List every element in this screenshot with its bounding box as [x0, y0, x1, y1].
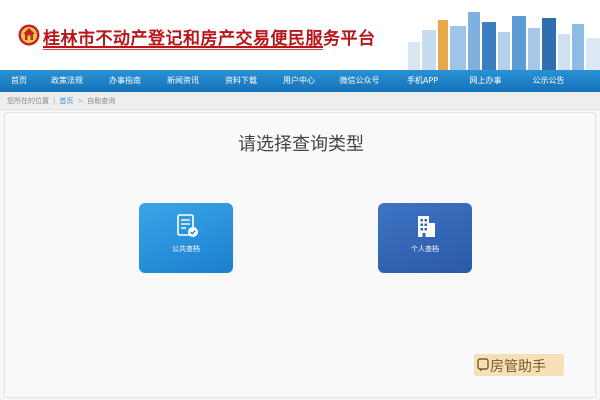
building-icon: [418, 216, 435, 237]
nav-item-wechat[interactable]: 微信公众号: [328, 70, 391, 92]
page-title: 请选择查询类型: [238, 134, 364, 155]
nav-item-announcements[interactable]: 公示公告: [517, 70, 580, 92]
breadcrumb-separator: >: [77, 97, 84, 105]
watermark-badge: 房管助手: [474, 354, 564, 376]
nav-item-downloads[interactable]: 资料下载: [212, 70, 270, 92]
nav-item-online-service[interactable]: 网上办事: [454, 70, 517, 92]
breadcrumb-home-link[interactable]: 首页: [59, 97, 73, 105]
nav-item-policies[interactable]: 政策法规: [38, 70, 96, 92]
nav-item-home[interactable]: 首页: [0, 70, 38, 92]
title-underline-thin: [43, 49, 323, 50]
city-skyline-graphic: [408, 12, 600, 70]
personal-records-label: 个人查档: [411, 245, 439, 253]
nav-item-guide[interactable]: 办事指南: [96, 70, 154, 92]
public-records-label: 公共查档: [172, 245, 200, 253]
main-nav: 首页 政策法规 办事指南 新闻资讯 资料下载 用户中心 微信公众号 手机APP …: [0, 70, 600, 92]
personal-records-button[interactable]: 个人查档: [378, 203, 472, 273]
emblem-icon: [18, 24, 40, 46]
title-underline: [43, 46, 323, 48]
breadcrumb-prefix: 您所在的位置: [7, 97, 49, 105]
site-header: 桂林市不动产登记和房产交易便民服务平台: [0, 0, 600, 70]
document-check-icon: [177, 214, 198, 237]
nav-item-news[interactable]: 新闻资讯: [154, 70, 212, 92]
chat-icon: [477, 358, 489, 372]
public-records-button[interactable]: 公共查档: [139, 203, 233, 273]
breadcrumb-current: 自助查询: [87, 97, 116, 105]
watermark-text: 房管助手: [490, 359, 546, 375]
nav-item-mobile-app[interactable]: 手机APP: [391, 70, 454, 92]
nav-item-user-center[interactable]: 用户中心: [270, 70, 328, 92]
breadcrumb: 您所在的位置 | 首页 > 自助查询: [0, 92, 600, 110]
breadcrumb-separator: |: [53, 97, 56, 105]
